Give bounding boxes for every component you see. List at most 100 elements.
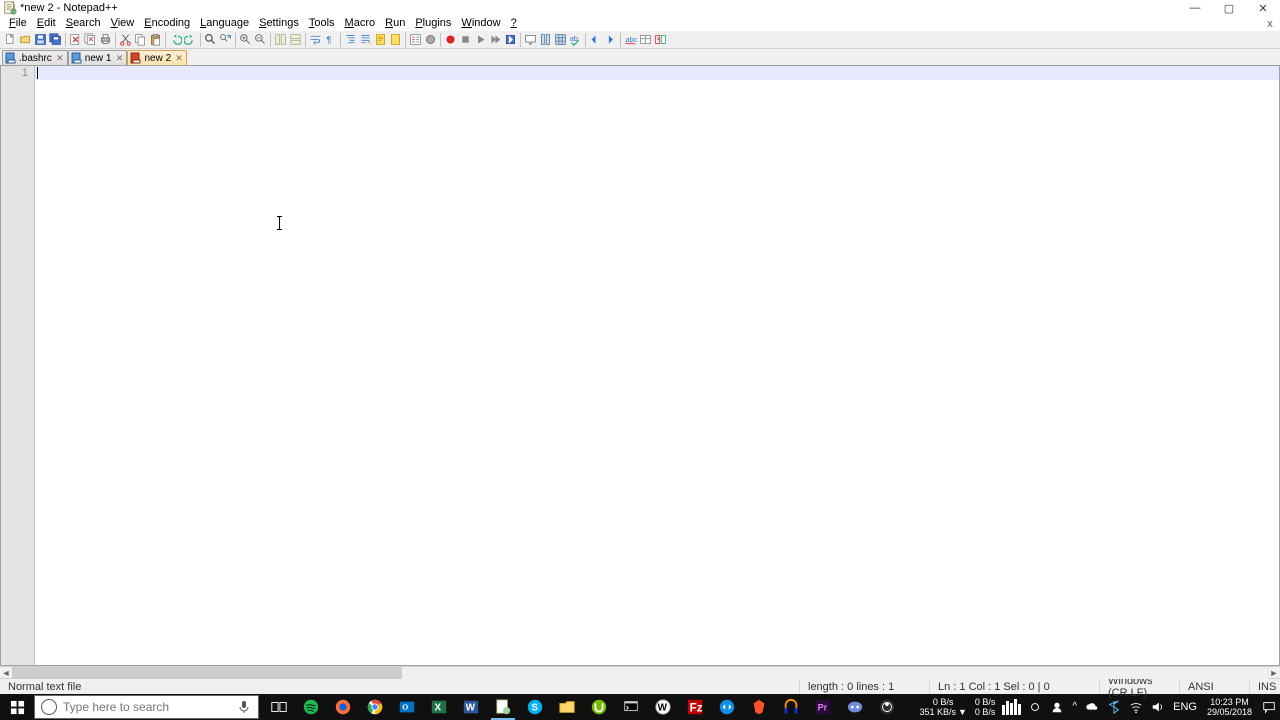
open-file-icon[interactable] (18, 32, 33, 48)
utorrent-icon[interactable] (583, 694, 615, 720)
maximize-button[interactable]: ▢ (1212, 0, 1246, 16)
redo-icon[interactable] (183, 32, 198, 48)
menu-settings[interactable]: Settings (254, 16, 304, 31)
volume-icon[interactable] (1147, 694, 1169, 720)
skype-icon[interactable]: S (519, 694, 551, 720)
find-icon[interactable] (203, 32, 218, 48)
macro-play-multi-icon[interactable] (488, 32, 503, 48)
firefox-icon[interactable] (327, 694, 359, 720)
menu-window[interactable]: Window (456, 16, 505, 31)
tab-close-icon[interactable]: ✕ (55, 53, 65, 63)
search-input[interactable] (63, 700, 230, 714)
sync-horizontal-icon[interactable] (288, 32, 303, 48)
tab-new-2[interactable]: new 2 ✕ (127, 50, 187, 65)
indent-guide-icon[interactable] (343, 32, 358, 48)
excel-icon[interactable]: X (423, 694, 455, 720)
action-center-icon[interactable] (1258, 694, 1280, 720)
save-all-icon[interactable] (48, 32, 63, 48)
copy-icon[interactable] (133, 32, 148, 48)
notepad-plus-plus-icon[interactable] (487, 694, 519, 720)
word-icon[interactable]: W (455, 694, 487, 720)
doc-switcher-icon[interactable] (388, 32, 403, 48)
scrollbar-track[interactable] (12, 667, 1268, 679)
taskbar-search[interactable] (34, 695, 259, 719)
menu-macro[interactable]: Macro (340, 16, 381, 31)
language-indicator[interactable]: ENG (1169, 694, 1201, 720)
wikipedia-icon[interactable]: W (647, 694, 679, 720)
replace-icon[interactable] (218, 32, 233, 48)
user-define-icon[interactable] (358, 32, 373, 48)
putty-icon[interactable] (615, 694, 647, 720)
mic-icon[interactable] (236, 699, 252, 715)
menu-plugins[interactable]: Plugins (410, 16, 456, 31)
menu-help[interactable]: ? (506, 16, 522, 31)
monitoring-icon[interactable] (523, 32, 538, 48)
word-wrap-icon[interactable] (308, 32, 323, 48)
net-monitor-1[interactable]: 0 B/s351 KB/s▼ (915, 694, 970, 720)
audacity-icon[interactable] (775, 694, 807, 720)
audio-visualizer-icon[interactable] (999, 699, 1024, 715)
lang-icon[interactable]: abc (623, 32, 638, 48)
new-file-icon[interactable] (3, 32, 18, 48)
tab-bashrc[interactable]: .bashrc ✕ (2, 50, 68, 65)
converter-icon[interactable] (638, 32, 653, 48)
folder-as-workspace-icon[interactable] (423, 32, 438, 48)
macro-play-icon[interactable] (473, 32, 488, 48)
premiere-icon[interactable]: Pr (807, 694, 839, 720)
editor[interactable]: 1 (0, 66, 1280, 666)
chrome-icon[interactable] (359, 694, 391, 720)
task-view-icon[interactable] (263, 694, 295, 720)
close-window-button[interactable]: ✕ (1246, 0, 1280, 16)
text-content-area[interactable] (35, 66, 1279, 665)
file-explorer-icon[interactable] (551, 694, 583, 720)
show-all-chars-icon[interactable]: ¶ (323, 32, 338, 48)
status-encoding[interactable]: ANSI (1180, 679, 1250, 694)
bluetooth-icon[interactable] (1103, 694, 1125, 720)
scroll-left-icon[interactable]: ◄ (0, 667, 12, 679)
brave-icon[interactable] (743, 694, 775, 720)
function-list-icon[interactable] (408, 32, 423, 48)
wifi-icon[interactable] (1125, 694, 1147, 720)
status-eol[interactable]: Windows (CR LF) (1100, 679, 1180, 694)
teamviewer-icon[interactable] (711, 694, 743, 720)
tab-close-icon[interactable]: ✕ (174, 53, 184, 63)
menu-file[interactable]: File (4, 16, 32, 31)
filezilla-icon[interactable]: Fz (679, 694, 711, 720)
people-icon[interactable] (1046, 694, 1068, 720)
menu-run[interactable]: Run (380, 16, 410, 31)
doc-map-icon[interactable] (373, 32, 388, 48)
menu-language[interactable]: Language (195, 16, 254, 31)
paste-icon[interactable] (148, 32, 163, 48)
scrollbar-thumb[interactable] (12, 667, 402, 679)
spell-prev-icon[interactable] (588, 32, 603, 48)
tray-overflow-icon[interactable]: ^ (1068, 694, 1081, 720)
close-doc-button[interactable]: x (1260, 18, 1280, 30)
menu-search[interactable]: Search (61, 16, 106, 31)
close-all-icon[interactable] (83, 32, 98, 48)
weather-icon[interactable] (1024, 694, 1046, 720)
menu-view[interactable]: View (106, 16, 140, 31)
sync-vertical-icon[interactable] (273, 32, 288, 48)
tab-close-icon[interactable]: ✕ (114, 53, 124, 63)
net-monitor-2[interactable]: 0 B/s0 B/s (971, 694, 1000, 720)
column-editor-icon[interactable] (538, 32, 553, 48)
minimize-button[interactable]: — (1178, 0, 1212, 16)
onedrive-icon[interactable] (1081, 694, 1103, 720)
menu-tools[interactable]: Tools (304, 16, 340, 31)
print-icon[interactable] (98, 32, 113, 48)
hex-panel-icon[interactable] (553, 32, 568, 48)
macro-record-icon[interactable] (443, 32, 458, 48)
start-button[interactable] (0, 694, 34, 720)
macro-stop-icon[interactable] (458, 32, 473, 48)
undo-icon[interactable] (168, 32, 183, 48)
discord-icon[interactable] (839, 694, 871, 720)
close-icon[interactable] (68, 32, 83, 48)
scroll-right-icon[interactable]: ► (1268, 667, 1280, 679)
compare-icon[interactable] (653, 32, 668, 48)
tab-new-1[interactable]: new 1 ✕ (68, 50, 128, 65)
save-icon[interactable] (33, 32, 48, 48)
zoom-in-icon[interactable] (238, 32, 253, 48)
obs-icon[interactable] (871, 694, 903, 720)
taskbar-clock[interactable]: 10:23 PM29/05/2018 (1201, 694, 1258, 720)
outlook-icon[interactable] (391, 694, 423, 720)
